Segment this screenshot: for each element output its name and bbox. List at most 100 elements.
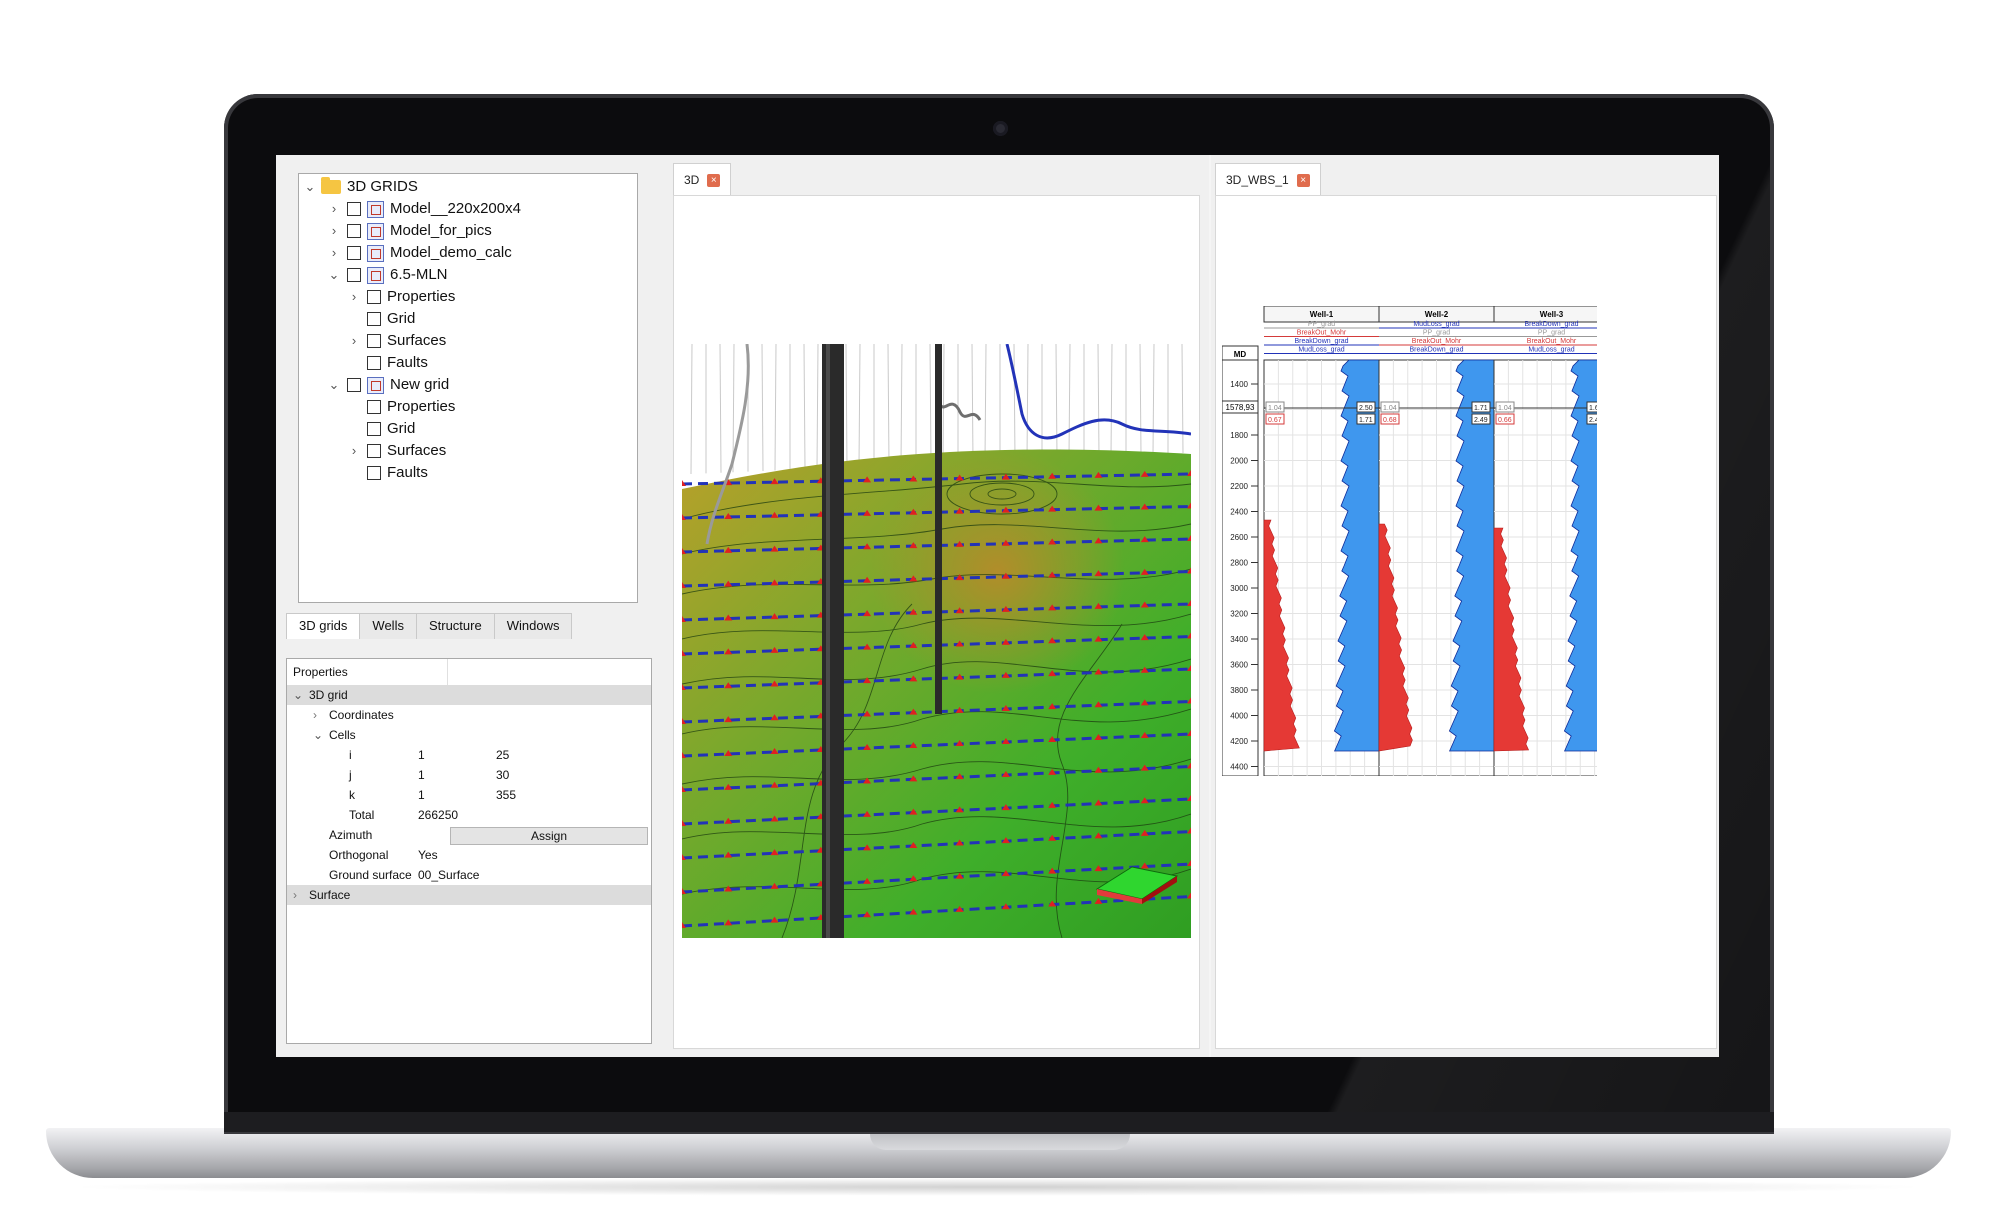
tree-root-label: 3D GRIDS	[347, 178, 418, 195]
tree-item[interactable]: › Model_for_pics	[327, 220, 492, 242]
close-icon[interactable]: ×	[707, 173, 721, 187]
chevron-down-icon[interactable]: ⌄	[293, 685, 303, 705]
assign-button[interactable]: Assign	[450, 827, 648, 845]
3d-viewport[interactable]	[682, 344, 1191, 938]
depth-tick-label: 3200	[1230, 610, 1248, 619]
tree-item-label: Properties	[387, 398, 456, 415]
tree-item[interactable]: Properties	[347, 396, 455, 418]
section-surface[interactable]: › Surface	[287, 885, 651, 905]
view-3d-panel: 3D ×	[673, 155, 1209, 1057]
tree-root[interactable]: ⌄ 3D GRIDS	[303, 176, 418, 198]
wbs-canvas-area: MD14001600180020002200240026002800300032…	[1215, 195, 1717, 1049]
section-3d-grid-label: 3D grid	[309, 688, 348, 702]
chevron-down-icon[interactable]: ⌄	[303, 176, 317, 198]
tab-3d[interactable]: 3D ×	[673, 163, 732, 196]
chevron-right-icon[interactable]: ›	[293, 885, 297, 905]
tree-item-label: Model__220x200x4	[390, 200, 521, 217]
checkbox[interactable]	[347, 224, 361, 238]
wellbore-main	[822, 344, 844, 938]
tree-item[interactable]: › Model__220x200x4	[327, 198, 521, 220]
chevron-right-icon[interactable]: ›	[347, 286, 361, 308]
chevron-right-icon	[347, 352, 361, 374]
depth-tick-label: 2200	[1230, 482, 1248, 491]
tree-item[interactable]: ⌄ 6.5-MLN	[327, 264, 448, 286]
depth-tick-label: 2000	[1230, 457, 1248, 466]
ground-surface-label: Ground surface	[329, 868, 412, 882]
well-name: Well-3	[1540, 310, 1564, 319]
row-cell-i: i 1 25	[287, 745, 651, 765]
row-cells[interactable]: ⌄ Cells	[287, 725, 651, 745]
tab-windows[interactable]: Windows	[493, 613, 573, 639]
chevron-right-icon[interactable]: ›	[313, 705, 317, 725]
tree-item-label: Faults	[387, 464, 428, 481]
row-coordinates[interactable]: › Coordinates	[287, 705, 651, 725]
legend-label: BreakDown_grad	[1524, 321, 1578, 328]
depth-tick-label: 1400	[1230, 380, 1248, 389]
chevron-down-icon[interactable]: ⌄	[327, 264, 341, 286]
laptop-shadow	[60, 1178, 1935, 1196]
tree-item[interactable]: › Surfaces	[347, 330, 446, 352]
row-total: Total 266250	[287, 805, 651, 825]
checkbox[interactable]	[367, 400, 381, 414]
row-azimuth: Azimuth Assign	[287, 825, 651, 845]
checkbox[interactable]	[347, 378, 361, 392]
wbs-panel: 3D_WBS_1 × MD140016001800200022002400260…	[1211, 155, 1719, 1057]
checkbox[interactable]	[367, 312, 381, 326]
orthogonal-value[interactable]: Yes	[418, 845, 438, 865]
cell-name: k	[349, 788, 355, 802]
checkbox[interactable]	[367, 356, 381, 370]
tree-item[interactable]: Faults	[347, 352, 428, 374]
grid-tree[interactable]: ⌄ 3D GRIDS › Model__220x200x4 › Model_for_p…	[298, 173, 638, 603]
chevron-right-icon[interactable]: ›	[327, 220, 341, 242]
legend-label: BreakOut_Mohr	[1297, 330, 1347, 337]
checkbox[interactable]	[367, 334, 381, 348]
readout-value: 1.04	[1383, 405, 1397, 412]
tree-item[interactable]: › Surfaces	[347, 440, 446, 462]
readout-value: 2.40	[1589, 417, 1597, 424]
tree-item[interactable]: Faults	[347, 462, 428, 484]
checkbox[interactable]	[367, 444, 381, 458]
pane-splitter[interactable]	[663, 155, 673, 1057]
chevron-down-icon[interactable]: ⌄	[313, 725, 323, 745]
chevron-right-icon[interactable]: ›	[347, 440, 361, 462]
md-label: MD	[1234, 350, 1247, 359]
tree-item[interactable]: Grid	[347, 418, 415, 440]
checkbox[interactable]	[347, 246, 361, 260]
readout-value: 1.04	[1498, 405, 1512, 412]
section-3d-grid[interactable]: ⌄ 3D grid	[287, 685, 651, 705]
properties-title: Properties	[293, 665, 348, 679]
tab-structure[interactable]: Structure	[415, 613, 495, 639]
chevron-right-icon[interactable]: ›	[327, 198, 341, 220]
chevron-right-icon[interactable]: ›	[347, 330, 361, 352]
tree-item-label: Surfaces	[387, 332, 447, 349]
orthogonal-label: Orthogonal	[329, 848, 389, 862]
checkbox[interactable]	[347, 202, 361, 216]
legend-label: PP_grad	[1538, 330, 1565, 337]
tree-item-label: Surfaces	[387, 442, 447, 459]
chevron-right-icon	[347, 396, 361, 418]
chevron-down-icon[interactable]: ⌄	[327, 374, 341, 396]
tree-item[interactable]: ⌄ New grid	[327, 374, 449, 396]
cell-max: 25	[496, 748, 510, 762]
tab-3d-grids[interactable]: 3D grids	[286, 613, 361, 639]
checkbox[interactable]	[367, 290, 381, 304]
tree-item[interactable]: › Model_demo_calc	[327, 242, 512, 264]
tab-3d-wbs[interactable]: 3D_WBS_1 ×	[1215, 163, 1321, 196]
tree-item[interactable]: › Properties	[347, 286, 456, 308]
coordinates-label: Coordinates	[329, 708, 394, 722]
well-log-chart[interactable]: MD14001600180020002200240026002800300032…	[1222, 306, 1597, 776]
close-icon[interactable]: ×	[1296, 173, 1310, 187]
depth-marker-label: 1578,93	[1226, 403, 1255, 412]
readout-value: 2.50	[1359, 405, 1373, 412]
checkbox[interactable]	[347, 268, 361, 282]
tab-wells[interactable]: Wells	[359, 613, 417, 639]
legend-label: MudLoss_grad	[1528, 347, 1574, 354]
left-tabs: 3D grids Wells Structure Windows	[286, 613, 573, 639]
checkbox[interactable]	[367, 422, 381, 436]
column-separator	[447, 659, 448, 685]
tab-3d-label: 3D	[684, 173, 700, 187]
tree-item[interactable]: Grid	[347, 308, 415, 330]
ground-surface-value[interactable]: 00_Surface	[418, 865, 479, 885]
checkbox[interactable]	[367, 466, 381, 480]
chevron-right-icon[interactable]: ›	[327, 242, 341, 264]
